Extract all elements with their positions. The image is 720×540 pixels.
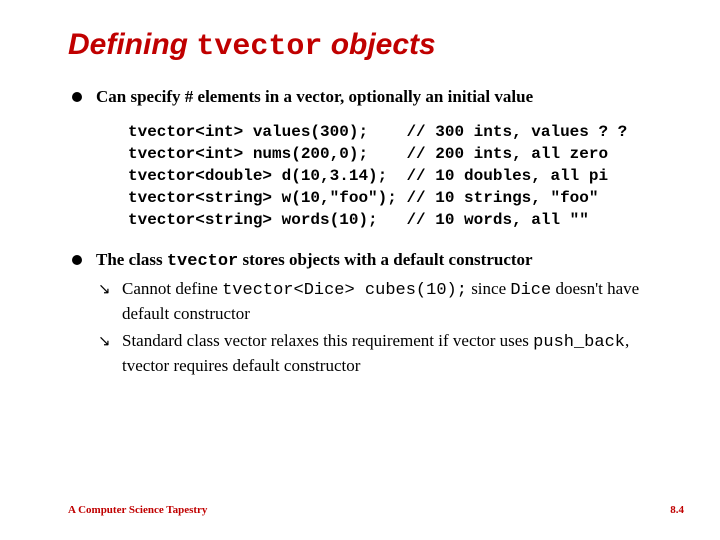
bullet-list: Can specify # elements in a vector, opti… xyxy=(68,86,672,378)
sub-bullet-1: Cannot define tvector<Dice> cubes(10); s… xyxy=(96,278,672,326)
bullet-2-pre: The class xyxy=(96,250,167,269)
footer-right: 8.4 xyxy=(670,504,684,516)
title-code: tvector xyxy=(196,30,322,64)
bullet-2: The class tvector stores objects with a … xyxy=(68,249,672,378)
sub1-pre: Cannot define xyxy=(122,279,222,298)
slide: Defining tvector objects Can specify # e… xyxy=(0,0,720,540)
sub-list: Cannot define tvector<Dice> cubes(10); s… xyxy=(96,278,672,378)
title-pre: Defining xyxy=(68,28,196,61)
bullet-1-text: Can specify # elements in a vector, opti… xyxy=(96,87,533,106)
sub-bullet-2: Standard class vector relaxes this requi… xyxy=(96,330,672,378)
bullet-2-post: stores objects with a default constructo… xyxy=(238,250,532,269)
sub2-code1: push_back xyxy=(533,333,625,352)
sub2-pre: Standard class vector relaxes this requi… xyxy=(122,331,533,350)
title-post: objects xyxy=(322,28,435,61)
sub1-code2: Dice xyxy=(510,281,551,300)
slide-title: Defining tvector objects xyxy=(68,28,672,64)
sub1-code1: tvector<Dice> cubes(10); xyxy=(222,281,467,300)
code-block: tvector<int> values(300); // 300 ints, v… xyxy=(128,121,672,231)
footer-left: A Computer Science Tapestry xyxy=(68,504,207,516)
bullet-2-code1: tvector xyxy=(167,252,238,271)
sub1-mid: since xyxy=(467,279,510,298)
bullet-1: Can specify # elements in a vector, opti… xyxy=(68,86,672,231)
